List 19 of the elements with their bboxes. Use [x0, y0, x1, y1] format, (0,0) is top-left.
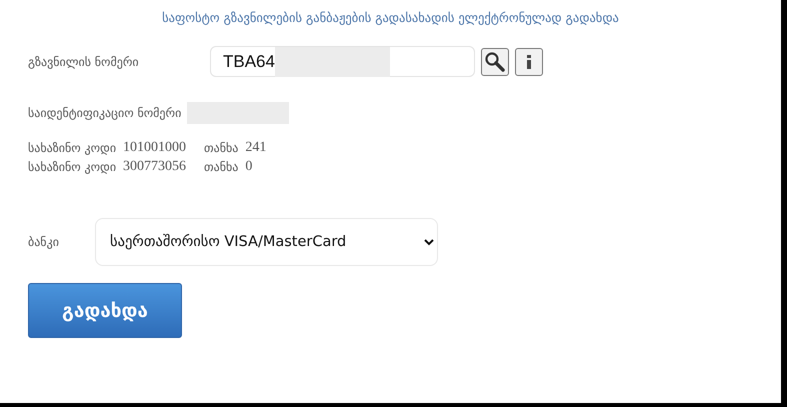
page-title: საფოსტო გზავნილების განბაჟების გადასახადის ელექტრონულად გადახდა	[161, 10, 620, 25]
pay-button[interactable]: გადახდა	[28, 283, 182, 338]
treasury-code-label: სახაზინო კოდი	[28, 160, 116, 174]
amount-label: თანხა	[204, 140, 238, 154]
identification-number-label: საიდენტიფიკაციო ნომერი	[28, 106, 182, 120]
info-icon	[527, 54, 531, 68]
search-icon	[484, 50, 506, 72]
amount-value: 241	[245, 140, 266, 156]
bank-label: ბანკი	[28, 235, 60, 249]
treasury-code-label: სახაზინო კოდი	[28, 140, 116, 154]
parcel-number-field[interactable]: TBA64	[210, 46, 475, 77]
treasury-code: 300773056	[123, 158, 186, 174]
amount-value: 0	[245, 158, 252, 174]
amount-label: თანხა	[204, 160, 238, 174]
parcel-number-label: გზავნილის ნომერი	[28, 54, 140, 68]
treasury-code: 101001000	[123, 140, 186, 156]
bank-select[interactable]: საერთაშორისო VISA/MasterCard	[95, 218, 438, 266]
info-button[interactable]	[515, 48, 543, 76]
search-button[interactable]	[481, 48, 509, 76]
